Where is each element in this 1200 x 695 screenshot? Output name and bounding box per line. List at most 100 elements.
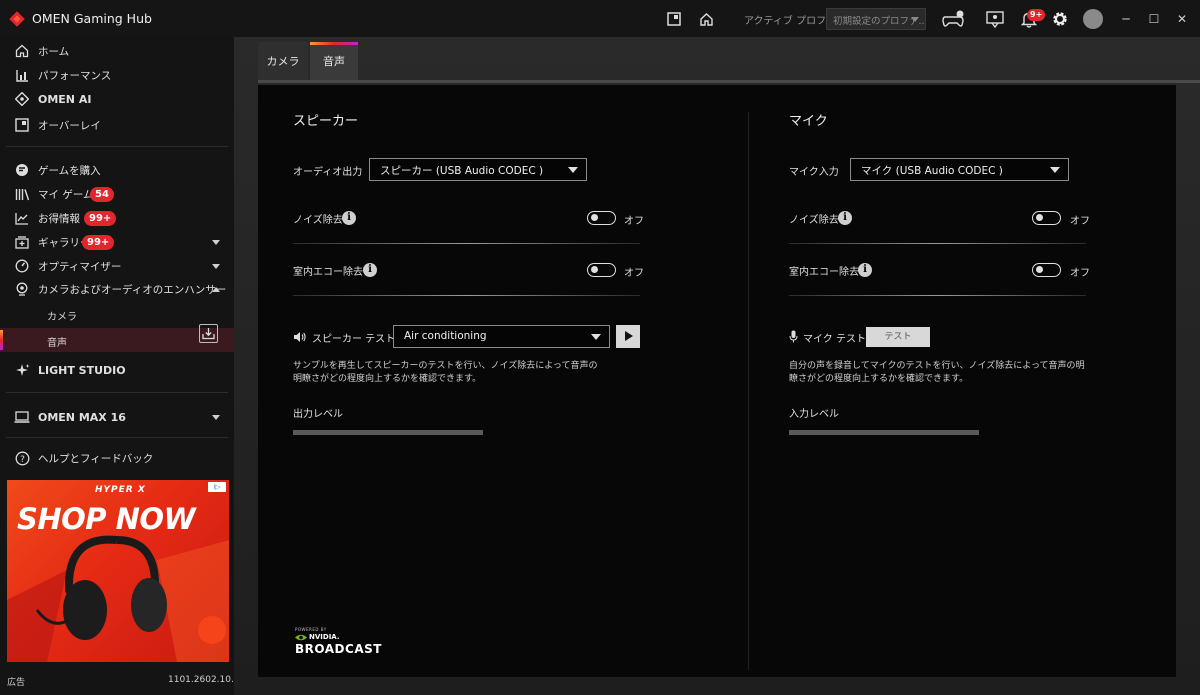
sidebar-item-label: オーバーレイ xyxy=(38,119,101,132)
overlay-icon[interactable] xyxy=(663,8,685,30)
mic-input-dropdown[interactable]: マイク (USB Audio CODEC ) xyxy=(850,158,1069,181)
speaker-icon xyxy=(294,332,306,342)
version-label: 1101.2602.10.0 xyxy=(168,675,240,685)
home-icon xyxy=(14,43,30,59)
ad-headline: SHOP NOW xyxy=(17,502,196,536)
chevron-down-icon xyxy=(568,167,578,173)
mic-input-value: マイク (USB Audio CODEC ) xyxy=(861,165,1003,177)
chevron-down-icon xyxy=(591,334,601,340)
avatar[interactable] xyxy=(1083,9,1103,29)
app-title: OMEN Gaming Hub xyxy=(32,11,152,26)
sparkle-icon xyxy=(14,362,30,378)
nvidia-product: BROADCAST xyxy=(295,642,382,656)
nvidia-powered-by: POWERED BY xyxy=(295,627,327,632)
sidebar-item-light-studio[interactable]: LIGHT STUDIO xyxy=(0,358,234,382)
mic-noise-toggle[interactable] xyxy=(1032,211,1061,225)
divider xyxy=(293,295,640,296)
info-icon[interactable]: i xyxy=(838,211,852,225)
sidebar-item-label: ホーム xyxy=(38,45,70,58)
speaker-noise-label: ノイズ除去 xyxy=(293,215,343,226)
feedback-icon[interactable] xyxy=(984,8,1006,30)
play-button[interactable] xyxy=(616,325,640,348)
sidebar-item-gallery[interactable]: ギャラリー 99+ xyxy=(0,230,234,254)
trend-chart-icon xyxy=(14,210,30,226)
minimize-icon[interactable]: ─ xyxy=(1116,9,1136,29)
sidebar-item-device[interactable]: OMEN MAX 16 xyxy=(0,405,234,429)
chevron-down-icon xyxy=(212,414,220,420)
webcam-icon xyxy=(14,281,30,297)
omen-ai-icon xyxy=(14,91,30,107)
sidebar-item-overlay[interactable]: オーバーレイ xyxy=(0,113,234,137)
sidebar-item-optimizer[interactable]: オプティマイザー xyxy=(0,254,234,278)
mic-test-description: 自分の声を録音してマイクのテストを行い、ノイズ除去によって音声の明瞭さがどの程度… xyxy=(789,361,1085,384)
store-icon xyxy=(14,162,30,178)
sidebar-item-label: カメラ xyxy=(47,312,77,323)
speaker-echo-toggle[interactable] xyxy=(587,263,616,277)
mic-noise-state: オフ xyxy=(1070,216,1090,227)
gamepad-icon[interactable] xyxy=(940,8,966,30)
tab-label: カメラ xyxy=(266,55,300,68)
tab-camera[interactable]: カメラ xyxy=(258,42,308,80)
sidebar-divider xyxy=(6,392,228,393)
sidebar-item-buy-games[interactable]: ゲームを購入 xyxy=(0,158,234,182)
close-icon[interactable]: ✕ xyxy=(1172,9,1192,29)
nvidia-eye-icon xyxy=(295,634,307,641)
performance-icon xyxy=(14,67,30,83)
speaker-noise-toggle[interactable] xyxy=(587,211,616,225)
speaker-echo-state: オフ xyxy=(624,268,644,279)
sidebar-item-home[interactable]: ホーム xyxy=(0,39,234,63)
audio-output-dropdown[interactable]: スピーカー (USB Audio CODEC ) xyxy=(369,158,587,181)
home-icon[interactable] xyxy=(695,8,717,30)
mic-title: マイク xyxy=(789,114,828,129)
speaker-test-description: サンプルを再生してスピーカーのテストを行い、ノイズ除去によって音声の明瞭さがどの… xyxy=(293,361,598,384)
count-badge: 99+ xyxy=(84,210,117,226)
tab-underline xyxy=(258,80,1200,83)
tab-audio[interactable]: 音声 xyxy=(310,42,358,80)
mic-echo-label: 室内エコー除去 xyxy=(789,267,859,278)
mic-input-label: マイク入力 xyxy=(789,167,839,178)
chevron-down-icon xyxy=(212,239,220,245)
audio-output-label: オーディオ出力 xyxy=(293,167,363,178)
test-sound-dropdown[interactable]: Air conditioning xyxy=(393,325,610,348)
output-level-label: 出力レベル xyxy=(293,409,343,420)
mic-echo-toggle[interactable] xyxy=(1032,263,1061,277)
sidebar-item-camera[interactable]: カメラ xyxy=(0,302,234,326)
sidebar-item-omen-ai[interactable]: OMEN AI xyxy=(0,87,234,111)
nvidia-broadcast-logo: POWERED BY NVIDIA. BROADCAST xyxy=(295,627,382,656)
info-icon[interactable]: i xyxy=(858,263,872,277)
nvidia-brand: NVIDIA. xyxy=(309,633,340,641)
info-icon[interactable]: i xyxy=(342,211,356,225)
mic-test-label: マイク テスト xyxy=(803,334,866,345)
chevron-down-icon xyxy=(911,17,919,22)
test-sound-value: Air conditioning xyxy=(404,330,487,342)
sidebar-item-performance[interactable]: パフォーマンス xyxy=(0,63,234,87)
library-icon xyxy=(14,186,30,202)
maximize-icon[interactable]: ☐ xyxy=(1144,9,1164,29)
sidebar-item-help[interactable]: ? ヘルプとフィードバック xyxy=(0,446,234,470)
info-icon[interactable]: i xyxy=(363,263,377,277)
chevron-down-icon xyxy=(1050,167,1060,173)
speaker-title: スピーカー xyxy=(293,114,359,129)
tab-label: 音声 xyxy=(323,55,345,68)
chevron-down-icon xyxy=(212,263,220,269)
input-level-label: 入力レベル xyxy=(789,409,839,420)
ad-choice-icon[interactable]: i▷ xyxy=(208,482,226,492)
gear-icon[interactable] xyxy=(1049,8,1071,30)
mic-test-button[interactable]: テスト xyxy=(866,327,930,347)
sidebar-item-av-enhancer[interactable]: カメラおよびオーディオのエンハンサー xyxy=(0,277,234,301)
ad-label: 広告 xyxy=(7,678,26,688)
notification-badge: 9+ xyxy=(1027,9,1046,21)
mic-echo-state: オフ xyxy=(1070,268,1090,279)
speaker-test-label: スピーカー テスト xyxy=(312,334,396,345)
laptop-icon xyxy=(14,409,30,425)
sidebar-item-my-games[interactable]: マイ ゲーム 54 xyxy=(0,182,234,206)
gauge-icon xyxy=(14,258,30,274)
help-icon: ? xyxy=(14,450,30,466)
sidebar-item-deals[interactable]: お得情報 99+ xyxy=(0,206,234,230)
sidebar-divider xyxy=(6,146,228,147)
profile-select[interactable]: 初期設定のプロファ... xyxy=(826,8,926,30)
sidebar-item-label: OMEN MAX 16 xyxy=(38,410,126,424)
download-icon[interactable] xyxy=(199,324,218,343)
sidebar-item-label: パフォーマンス xyxy=(38,69,112,82)
ad-banner[interactable]: HYPER X i▷ SHOP NOW xyxy=(7,480,229,662)
